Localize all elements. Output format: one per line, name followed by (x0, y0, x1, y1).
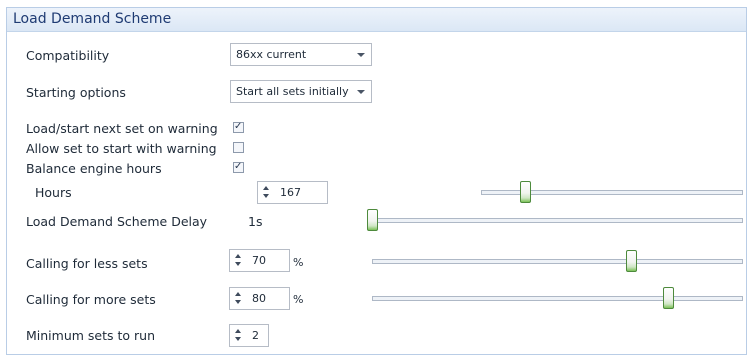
starting-options-dropdown[interactable]: Start all sets initially (230, 80, 372, 103)
more-sets-slider-track[interactable] (372, 296, 743, 301)
starting-options-value: Start all sets initially (236, 85, 349, 98)
less-sets-unit: % (293, 256, 304, 269)
less-sets-label: Calling for less sets (26, 256, 148, 271)
less-sets-slider-track[interactable] (372, 259, 743, 264)
min-sets-value: 2 (252, 329, 259, 342)
more-sets-unit: % (293, 293, 304, 306)
allow-set-start-warning-label: Allow set to start with warning (26, 141, 217, 156)
load-start-next-set-checkbox[interactable]: ✓ (233, 121, 244, 133)
scheme-delay-label: Load Demand Scheme Delay (26, 214, 208, 229)
delay-slider-track[interactable] (369, 218, 743, 223)
hours-label: Hours (35, 185, 72, 200)
more-sets-spinner[interactable]: 80 (229, 287, 290, 310)
less-sets-spinner[interactable]: 70 (229, 249, 290, 272)
check-mark-icon: ✓ (234, 121, 243, 132)
balance-engine-hours-checkbox[interactable]: ✓ (233, 161, 244, 173)
chevron-down-icon (357, 53, 365, 57)
allow-set-start-warning-checkbox[interactable] (233, 142, 244, 153)
more-sets-value: 80 (252, 292, 266, 305)
spinner-arrows-icon[interactable] (235, 328, 242, 343)
balance-engine-hours-label: Balance engine hours (26, 161, 162, 176)
more-sets-slider-thumb[interactable] (663, 287, 674, 309)
hours-slider-thumb[interactable] (520, 181, 531, 203)
compatibility-value: 86xx current (236, 48, 307, 61)
compatibility-label: Compatibility (26, 48, 110, 63)
chevron-down-icon (357, 90, 365, 94)
less-sets-slider-thumb[interactable] (626, 250, 637, 272)
load-start-next-set-label: Load/start next set on warning (26, 121, 218, 136)
hours-value: 167 (280, 186, 301, 199)
spinner-arrows-icon[interactable] (235, 291, 242, 306)
spinner-arrows-icon[interactable] (235, 253, 242, 268)
scheme-delay-value: 1s (248, 214, 263, 229)
check-mark-icon: ✓ (234, 161, 243, 172)
hours-spinner[interactable]: 167 (257, 181, 328, 204)
starting-options-label: Starting options (26, 85, 126, 100)
panel-title: Load Demand Scheme (13, 11, 172, 27)
less-sets-value: 70 (252, 254, 266, 267)
more-sets-label: Calling for more sets (26, 292, 156, 307)
panel-header: Load Demand Scheme (7, 8, 746, 32)
min-sets-label: Minimum sets to run (26, 328, 155, 343)
load-demand-scheme-panel: Load Demand Scheme Compatibility 86xx cu… (6, 7, 747, 355)
compatibility-dropdown[interactable]: 86xx current (230, 43, 372, 66)
min-sets-spinner[interactable]: 2 (229, 324, 269, 347)
spinner-arrows-icon[interactable] (263, 185, 270, 200)
delay-slider-thumb[interactable] (367, 209, 378, 231)
